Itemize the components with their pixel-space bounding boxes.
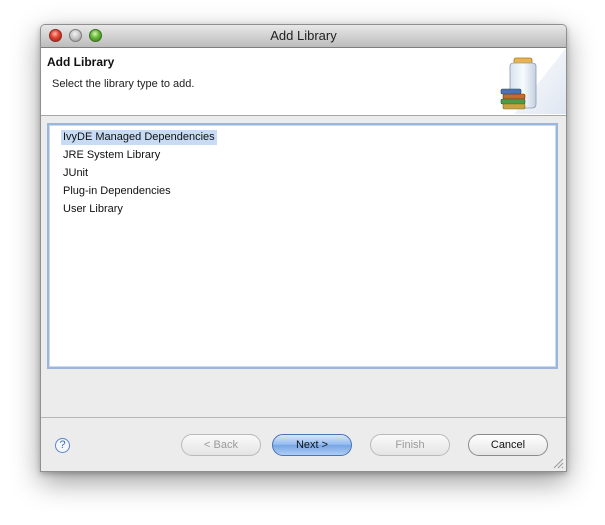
help-icon[interactable]: ? (55, 438, 70, 453)
list-item[interactable]: JUnit (61, 166, 90, 181)
library-type-list[interactable]: IvyDE Managed Dependencies JRE System Li… (47, 123, 558, 369)
screen: Add Library Add Library Select the libra… (0, 0, 605, 525)
page-description: Select the library type to add. (52, 78, 195, 90)
back-button[interactable]: < Back (181, 434, 261, 456)
list-item[interactable]: JRE System Library (61, 148, 162, 163)
cancel-button[interactable]: Cancel (468, 434, 548, 456)
next-button[interactable]: Next > (272, 434, 352, 456)
list-item[interactable]: Plug-in Dependencies (61, 184, 173, 199)
resize-grip-icon[interactable] (552, 457, 564, 469)
finish-button[interactable]: Finish (370, 434, 450, 456)
window-title: Add Library (270, 28, 337, 43)
library-jar-books-icon (500, 48, 566, 114)
title-bar[interactable]: Add Library (41, 25, 566, 48)
footer-divider (41, 417, 566, 418)
list-item[interactable]: IvyDE Managed Dependencies (61, 130, 217, 145)
add-library-dialog: Add Library Add Library Select the libra… (40, 24, 567, 472)
page-title: Add Library (47, 55, 115, 69)
wizard-header: Add Library Select the library type to a… (41, 48, 566, 116)
list-item[interactable]: User Library (61, 202, 125, 217)
